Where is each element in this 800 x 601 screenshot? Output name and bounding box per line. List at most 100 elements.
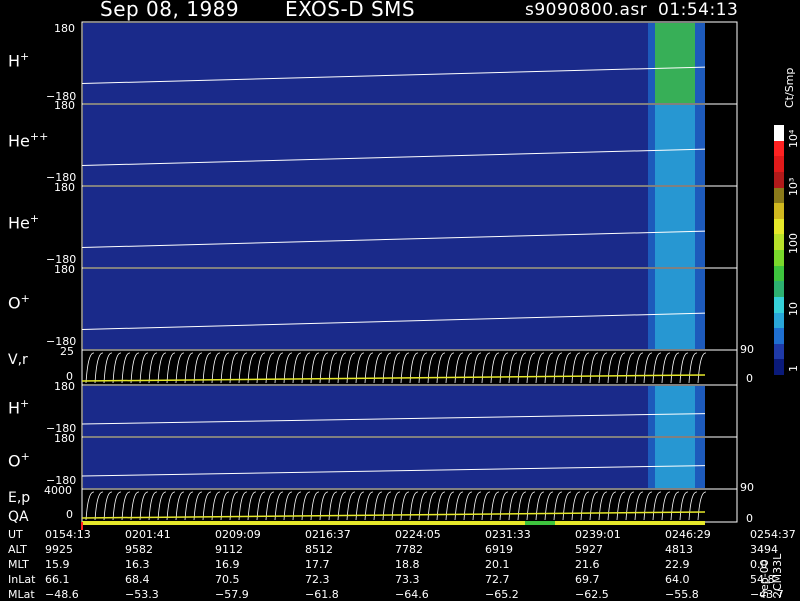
panel-activity-core-2 [655, 187, 695, 267]
table-row-label: MLat [8, 588, 35, 601]
panel-label-o-plus: O+ [8, 292, 30, 313]
table-cell: −64.6 [395, 588, 429, 601]
table-cell: 0201:41 [125, 528, 171, 541]
colorbar-cell [774, 296, 784, 313]
rtick-top-ep: 90 [740, 481, 754, 494]
panel-label-he-plusplus: He++ [8, 130, 49, 151]
table-cell: 69.7 [575, 573, 600, 586]
table-cell: −55.8 [665, 588, 699, 601]
colorbar-cell [774, 312, 784, 329]
table-cell: 9582 [125, 543, 153, 556]
table-cell: 20.1 [485, 558, 510, 571]
table-cell: −48.6 [45, 588, 79, 601]
table-cell: 66.1 [45, 573, 70, 586]
colorbar-tick-1e4: 10⁴ [787, 129, 800, 148]
panel-background-2 [83, 187, 705, 267]
ytick-bot-ep: 0 [66, 508, 73, 521]
colorbar-tick-100: 100 [787, 233, 800, 254]
colorbar-tick-1e3: 10³ [787, 177, 800, 196]
table-cell: 0254:37 [750, 528, 796, 541]
table-cell: 18.8 [395, 558, 420, 571]
panel-activity-core-6 [655, 438, 695, 488]
table-cell: 0231:33 [485, 528, 531, 541]
table-cell: 0209:09 [215, 528, 261, 541]
table-cell: 22.9 [665, 558, 690, 571]
table-cell: 0239:01 [575, 528, 621, 541]
panel-background-6 [83, 438, 705, 488]
table-cell: 70.5 [215, 573, 240, 586]
table-cell: 7782 [395, 543, 423, 556]
table-cell: 72.7 [485, 573, 510, 586]
table-cell: 6919 [485, 543, 513, 556]
colorbar-cell [774, 281, 784, 297]
table-cell: 5927 [575, 543, 603, 556]
table-cell: 15.9 [45, 558, 70, 571]
colorbar-tick-1: 1 [787, 365, 800, 372]
colorbar-cell [774, 187, 784, 204]
table-cell: −57.9 [215, 588, 249, 601]
table-cell: −65.2 [485, 588, 519, 601]
panel-activity-core-3 [655, 269, 695, 349]
panel-label-ep: E,p [8, 490, 31, 506]
colorbar-cell [774, 343, 784, 360]
ytick-top-hepp: 180 [54, 99, 75, 112]
colorbar-cell [774, 328, 784, 344]
colorbar-unit: Ct/Smp [783, 67, 796, 108]
table-cell: −53.3 [125, 588, 159, 601]
table-cell: 0246:29 [665, 528, 711, 541]
spectrogram-figure [81, 21, 738, 530]
ytick-top-o2: 180 [54, 432, 75, 445]
table-cell: 68.4 [125, 573, 150, 586]
ytick-top-hep: 180 [54, 181, 75, 194]
table-cell: 16.3 [125, 558, 150, 571]
panel-activity-core-0 [655, 23, 695, 103]
table-cell: 72.3 [305, 573, 330, 586]
panel-label-o-plus-2: O+ [8, 450, 30, 471]
panel-background-1 [83, 105, 705, 185]
table-cell: 17.7 [305, 558, 330, 571]
ytick-top-ep: 4000 [44, 484, 72, 497]
table-row-label: ALT [8, 543, 27, 556]
panel-label-vr: V,r [8, 352, 28, 368]
panel-background-5 [83, 386, 705, 436]
colorbar-cell [774, 250, 784, 266]
table-cell: 8512 [305, 543, 333, 556]
colorbar-cell [774, 156, 784, 172]
panel-label-h-plus: H+ [8, 50, 30, 71]
ytick-top-h: 180 [54, 22, 75, 35]
panel-label-h-plus-2: H+ [8, 397, 30, 418]
table-cell: −62.5 [575, 588, 609, 601]
colorbar-cell [774, 125, 784, 141]
panel-activity-core-1 [655, 105, 695, 185]
colorbar-cell [774, 140, 784, 157]
ytick-top-vr: 25 [60, 345, 74, 358]
colorbar-cell [774, 218, 784, 235]
table-cell: 73.3 [395, 573, 420, 586]
ytick-top-op: 180 [54, 263, 75, 276]
table-cell: 4813 [665, 543, 693, 556]
table-cell: 16.9 [215, 558, 240, 571]
table-row-label: MLT [8, 558, 29, 571]
panel-label-he-plus: He+ [8, 212, 40, 233]
table-cell: −61.8 [305, 588, 339, 601]
qa-bar [82, 521, 705, 525]
qa-bar-segment [525, 521, 555, 525]
colorbar-tick-10: 10 [787, 302, 800, 316]
panel-background-0 [83, 23, 705, 103]
table-cell: 64.0 [665, 573, 690, 586]
table-cell: 21.6 [575, 558, 600, 571]
colorbar-cell [774, 265, 784, 282]
table-cell: 0216:37 [305, 528, 351, 541]
rtick-bot-ep: 0 [746, 512, 753, 525]
colorbar [774, 125, 784, 375]
ytick-top-h2: 180 [54, 380, 75, 393]
panel-background-3 [83, 269, 705, 349]
table-cell: 0154:13 [45, 528, 91, 541]
rtick-bot-vr: 0 [746, 372, 753, 385]
colorbar-cell [774, 171, 784, 188]
colorbar-cell [774, 234, 784, 250]
table-cell: 0224:05 [395, 528, 441, 541]
footer-vertical: Sep-00 2CM33L [758, 553, 784, 598]
panel-activity-core-5 [655, 386, 695, 436]
table-row-label: InLat [8, 573, 36, 586]
